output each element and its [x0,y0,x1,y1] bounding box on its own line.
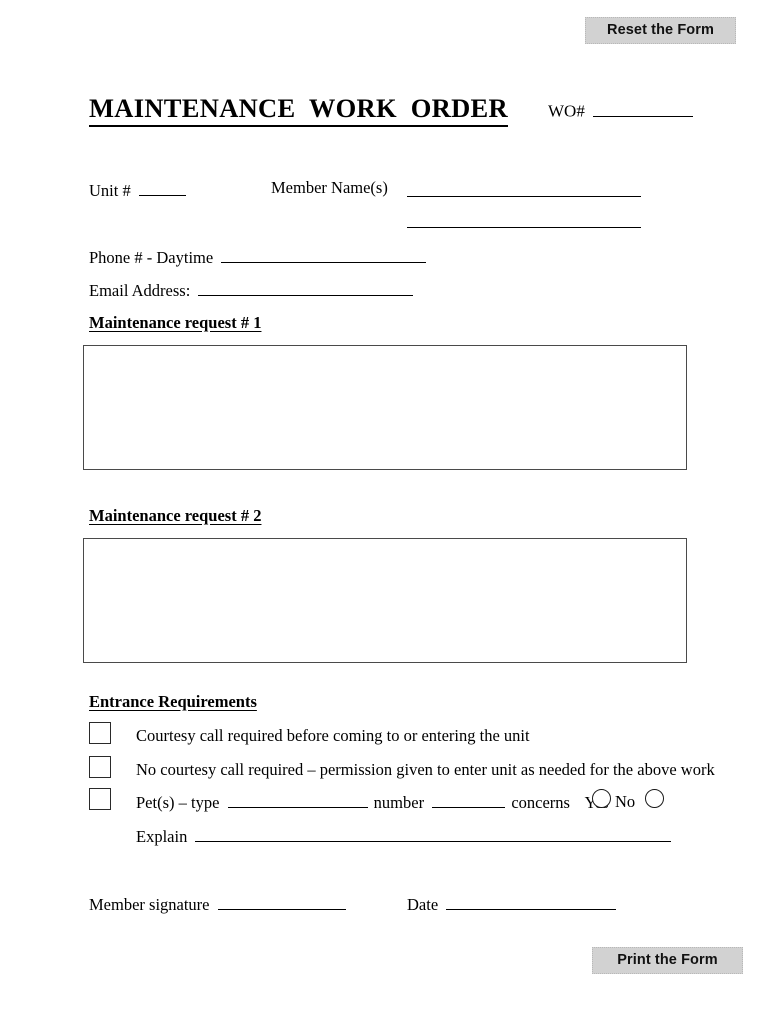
no-courtesy-call-label: No courtesy call required – permission g… [136,760,715,779]
explain-blank[interactable] [195,826,672,843]
pets-concerns-label: concerns [511,793,570,813]
date-label: Date [407,895,439,915]
member-signature-label: Member signature [89,895,210,915]
date-blank[interactable] [446,894,617,911]
no-courtesy-call-checkbox[interactable] [89,756,111,778]
pets-type-blank[interactable] [227,792,368,809]
email-blank[interactable] [198,280,414,297]
pets-number-label: number [373,793,425,813]
pets-checkbox[interactable] [89,788,111,810]
courtesy-call-label: Courtesy call required before coming to … [136,726,530,745]
email-field: Email Address: [89,280,415,300]
wo-number-label: WO# [548,101,585,121]
print-form-button[interactable]: Print the Form [592,947,743,974]
request-2-heading: Maintenance request # 2 [89,506,262,525]
member-signature-field: Member signature [89,894,348,914]
member-name-blank-2[interactable] [407,227,641,228]
courtesy-call-checkbox[interactable] [89,722,111,744]
phone-blank[interactable] [221,247,427,264]
member-name-label: Member Name(s) [271,178,388,197]
date-field: Date [407,894,618,914]
pets-concerns-no-label: No [615,792,636,811]
wo-number-blank[interactable] [593,100,694,117]
request-2-textarea[interactable] [83,538,687,663]
entrance-requirements-heading: Entrance Requirements [89,692,257,711]
phone-field: Phone # - Daytime [89,247,428,267]
unit-number-blank[interactable] [138,180,186,197]
pets-row: Pet(s) – type number concerns Yes [136,792,609,813]
request-1-heading: Maintenance request # 1 [89,313,262,332]
page-title: MAINTENANCE WORK ORDER [89,93,508,127]
member-name-blank-1[interactable] [407,196,641,197]
pets-number-blank[interactable] [432,792,506,809]
email-label: Email Address: [89,281,191,301]
explain-row: Explain [136,826,673,847]
reset-form-button[interactable]: Reset the Form [585,17,736,44]
unit-number-label: Unit # [89,181,131,201]
pets-type-label: Pet(s) – type [136,793,220,813]
pets-concerns-yes-radio[interactable] [592,789,611,808]
pets-concerns-no-radio[interactable] [645,789,664,808]
form-page: Reset the Form MAINTENANCE WORK ORDER WO… [0,0,770,1024]
explain-label: Explain [136,827,188,847]
unit-number-field: Unit # [89,180,188,200]
member-signature-blank[interactable] [217,894,346,911]
phone-label: Phone # - Daytime [89,248,214,268]
request-1-textarea[interactable] [83,345,687,470]
work-order-number-field: WO# [548,100,695,122]
